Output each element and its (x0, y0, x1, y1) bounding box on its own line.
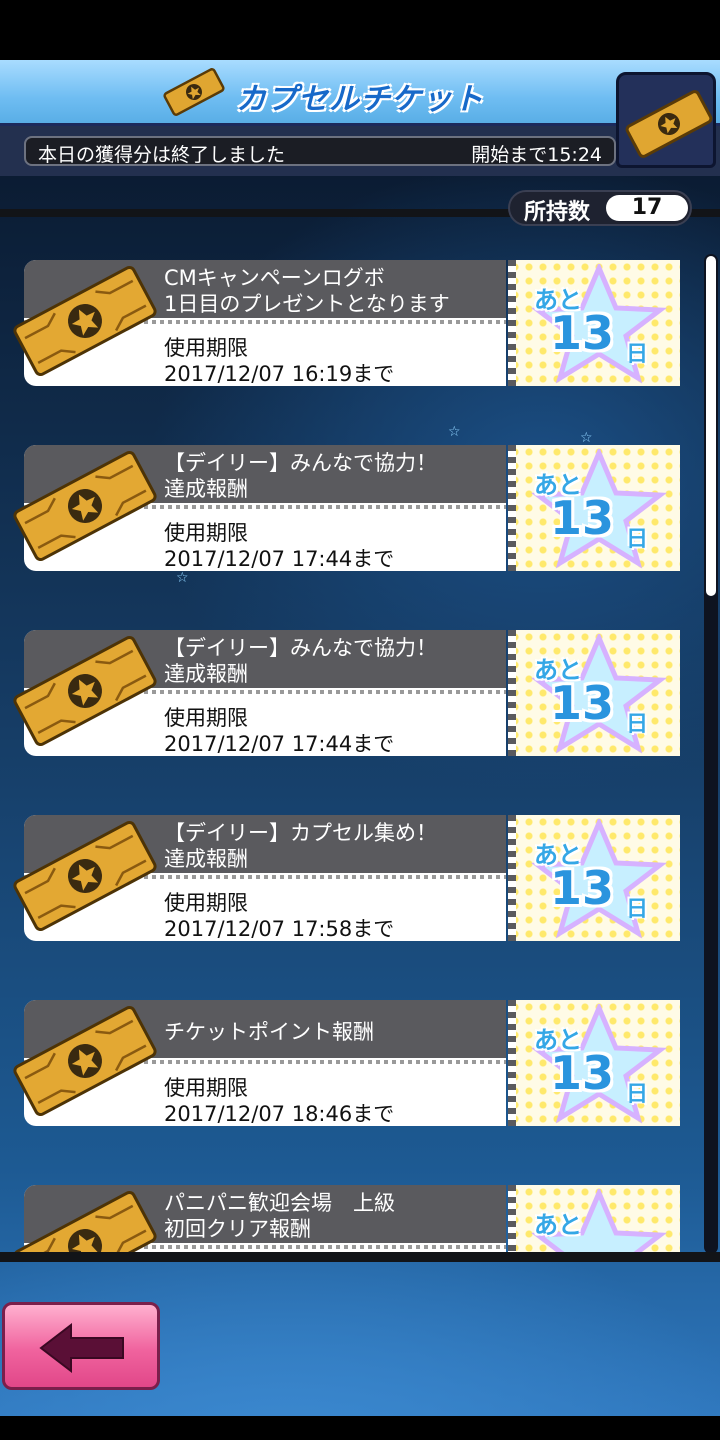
days-remaining-badge: あと 13 日 (508, 815, 680, 941)
ticket-title: 初回クリア報酬 (164, 1217, 311, 1241)
info-strip: 本日の獲得分は終了しました 開始まで15:24 (0, 126, 720, 176)
list-item[interactable]: 【デイリー】みんなで協力！ 達成報酬 使用期限 2017/12/07 17:44… (0, 441, 700, 573)
list-item[interactable]: パニパニ歓迎会場 上級 初回クリア報酬 あと (0, 1181, 700, 1254)
days-remaining-badge: あと 13 日 (508, 1000, 680, 1126)
nav-bar (0, 1416, 720, 1440)
days-unit: 日 (626, 712, 649, 737)
list-item[interactable]: CMキャンペーンログボ 1日目のプレゼントとなります 使用期限 2017/12/… (0, 256, 700, 388)
days-count: 13 (550, 306, 615, 360)
days-unit: 日 (626, 897, 649, 922)
ticket-icon (13, 635, 157, 747)
expiry-date: 2017/12/07 17:44まで (164, 732, 395, 756)
back-button[interactable] (2, 1302, 160, 1390)
owned-count-badge: 所持数 17 (508, 190, 692, 226)
days-prefix: あと (534, 1211, 582, 1239)
expiry-date: 2017/12/07 16:19まで (164, 362, 395, 386)
days-unit: 日 (626, 527, 649, 552)
scrollbar-thumb[interactable] (706, 256, 716, 596)
expiry-date: 2017/12/07 17:44まで (164, 547, 395, 571)
ticket-shop-button[interactable] (616, 72, 716, 168)
days-remaining-badge: あと 13 日 (508, 630, 680, 756)
days-unit: 日 (626, 342, 649, 367)
owned-label: 所持数 (524, 200, 591, 225)
page-title: カプセルチケット (236, 82, 484, 117)
ticket-icon (13, 265, 157, 377)
ticket-icon (13, 820, 157, 932)
ticket-list-area: 所持数 17 ☆ ☆ ☆ ☆ CMキャンペーンログボ 1日目のプレゼントとなりま… (0, 176, 720, 1416)
status-bar-message: 本日の獲得分は終了しました 開始まで15:24 (24, 136, 616, 166)
ticket-title: チケットポイント報酬 (164, 1020, 374, 1044)
header-bar: カプセルチケット (0, 60, 720, 126)
days-remaining-badge: あと 13 日 (508, 445, 680, 571)
expiry-date: 2017/12/07 17:58まで (164, 917, 395, 941)
scrollbar[interactable] (704, 254, 718, 1254)
ticket-title: 達成報酬 (164, 847, 248, 871)
days-count: 13 (550, 1046, 615, 1100)
days-count: 13 (550, 491, 615, 545)
list-item[interactable]: 【デイリー】カプセル集め！ 達成報酬 使用期限 2017/12/07 17:58… (0, 811, 700, 943)
days-count: 13 (550, 861, 615, 915)
ticket-title: 達成報酬 (164, 662, 248, 686)
days-unit: 日 (626, 1082, 649, 1107)
ticket-title: 達成報酬 (164, 477, 248, 501)
days-count: 13 (550, 676, 615, 730)
ticket-icon (13, 450, 157, 562)
countdown-text: 開始まで15:24 (471, 144, 602, 166)
owned-count: 17 (606, 195, 688, 221)
ticket-icon (163, 68, 225, 116)
back-arrow-icon (39, 1323, 124, 1373)
ticket-icon (13, 1190, 157, 1254)
ticket-icon (13, 1005, 157, 1117)
list-item[interactable]: 【デイリー】みんなで協力！ 達成報酬 使用期限 2017/12/07 17:44… (0, 626, 700, 758)
status-text: 本日の獲得分は終了しました (38, 144, 286, 166)
ticket-list[interactable]: CMキャンペーンログボ 1日目のプレゼントとなります 使用期限 2017/12/… (0, 256, 720, 1254)
status-bar (0, 0, 720, 60)
expiry-date: 2017/12/07 18:46まで (164, 1102, 395, 1126)
ticket-icon (625, 90, 713, 158)
days-remaining-badge: あと 13 日 (508, 260, 680, 386)
days-remaining-badge: あと (508, 1185, 680, 1254)
list-item[interactable]: チケットポイント報酬 使用期限 2017/12/07 18:46まで あと 13… (0, 996, 700, 1128)
ticket-title: 1日目のプレゼントとなります (164, 292, 450, 316)
